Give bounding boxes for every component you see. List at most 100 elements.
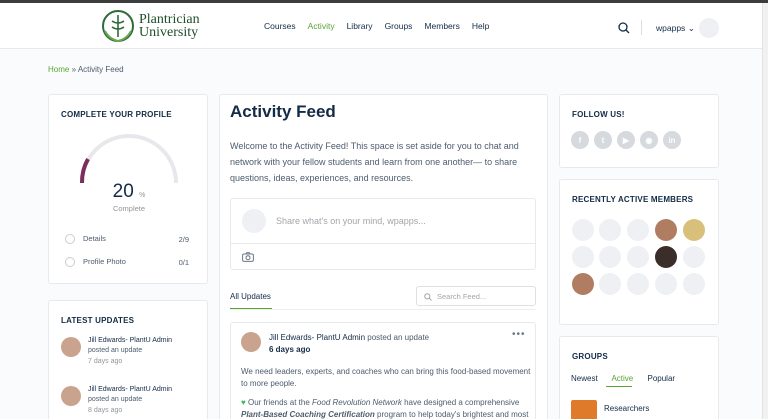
profile-row-label: Profile Photo <box>83 257 126 266</box>
circle-icon <box>65 234 75 245</box>
groups-tabs: Newest Active Popular <box>571 374 687 383</box>
member-avatar[interactable] <box>627 246 649 268</box>
nav-groups[interactable]: Groups <box>385 21 413 31</box>
circle-icon <box>65 257 75 268</box>
more-options-icon[interactable]: ••• <box>512 329 526 340</box>
group-avatar[interactable] <box>571 400 597 419</box>
green-heart-icon: ♥ <box>241 398 246 407</box>
update-action: posted an update <box>88 347 143 354</box>
profile-row-label: Details <box>83 234 106 243</box>
latest-updates-card: Latest Updates Jill Edwards- PlantU Admi… <box>48 300 208 419</box>
header-divider <box>641 20 642 35</box>
main-nav: Courses Activity Library Groups Members … <box>264 21 501 31</box>
user-avatar[interactable] <box>699 18 719 38</box>
avatar <box>242 209 266 233</box>
caduceus-logo-icon <box>102 10 134 43</box>
update-author[interactable]: Jill Edwards- PlantU Admin <box>88 386 172 393</box>
search-feed-placeholder: Search Feed... <box>437 292 487 301</box>
instagram-icon[interactable]: ◉ <box>640 131 658 149</box>
avatar[interactable] <box>61 337 81 357</box>
update-author[interactable]: Jill Edwards- PlantU Admin <box>88 337 172 344</box>
nav-courses[interactable]: Courses <box>264 21 296 31</box>
profile-percent: 20 % <box>49 181 209 203</box>
social-icons: f t ▶ ◉ in <box>571 131 686 149</box>
whats-new-divider <box>231 243 535 244</box>
member-avatar[interactable] <box>655 273 677 295</box>
member-avatar[interactable] <box>599 273 621 295</box>
groups-tab-underline <box>606 386 632 387</box>
breadcrumb: Home » Activity Feed <box>48 65 124 74</box>
tab-rule <box>230 309 536 310</box>
nav-help[interactable]: Help <box>472 21 489 31</box>
user-name: wpapps <box>656 23 686 33</box>
tab-active-underline <box>230 308 272 309</box>
search-feed-input[interactable]: Search Feed... <box>416 286 536 306</box>
post-text-bold: Plant-Based Coaching Certification <box>241 410 375 419</box>
chevron-down-icon: ⌄ <box>687 23 695 33</box>
feed-intro: Welcome to the Activity Feed! This space… <box>230 141 519 183</box>
profile-row-details[interactable]: Details 2/9 <box>65 234 189 245</box>
post-body: We need leaders, experts, and coaches wh… <box>241 367 531 388</box>
tab-all-updates[interactable]: All Updates <box>230 292 271 301</box>
user-menu[interactable]: wpapps ⌄ <box>656 23 695 34</box>
logo-text: Plantrician University <box>139 13 200 40</box>
member-avatar[interactable] <box>572 273 594 295</box>
member-avatar[interactable] <box>599 246 621 268</box>
latest-updates-title: Latest Updates <box>61 316 135 325</box>
search-icon <box>424 293 432 301</box>
post-author[interactable]: Jill Edwards- PlantU Admin <box>269 333 365 342</box>
post-time[interactable]: 6 days ago <box>269 345 310 354</box>
member-avatar[interactable] <box>683 246 705 268</box>
profile-percent-sign: % <box>139 192 146 199</box>
youtube-icon[interactable]: ▶ <box>617 131 635 149</box>
member-avatar[interactable] <box>572 246 594 268</box>
tab-active[interactable]: Active <box>611 374 633 383</box>
camera-icon[interactable] <box>242 252 254 262</box>
nav-activity[interactable]: Activity <box>308 21 335 31</box>
post-body-2: ♥ Our friends at the Food Revolution Net… <box>241 397 531 419</box>
profile-row-count: 2/9 <box>178 235 189 244</box>
site-logo[interactable]: Plantrician University <box>101 9 221 43</box>
member-avatar[interactable] <box>683 219 705 241</box>
post-text-italic: Food Revolution Network <box>312 398 402 407</box>
logo-line-2: University <box>139 25 199 40</box>
profile-row-photo[interactable]: Profile Photo 0/1 <box>65 257 189 268</box>
profile-percent-value: 20 <box>112 181 134 202</box>
breadcrumb-home[interactable]: Home <box>48 65 69 74</box>
whats-new-placeholder[interactable]: Share what's on your mind, wpapps... <box>276 216 426 226</box>
tab-newest[interactable]: Newest <box>571 374 598 383</box>
follow-us-title: Follow Us! <box>572 110 625 119</box>
breadcrumb-current: Activity Feed <box>77 65 124 74</box>
member-avatar[interactable] <box>655 219 677 241</box>
update-time: 7 days ago <box>88 358 123 365</box>
whats-new-box[interactable]: Share what's on your mind, wpapps... <box>230 198 536 270</box>
twitter-icon[interactable]: t <box>594 131 612 149</box>
avatar[interactable] <box>61 386 81 406</box>
profile-row-count: 0/1 <box>178 258 189 267</box>
post-header: Jill Edwards- PlantU Admin posted an upd… <box>269 333 429 342</box>
post-text: program to help today's brightest and mo… <box>377 410 529 419</box>
member-avatar[interactable] <box>572 219 594 241</box>
profile-complete-label: Complete <box>112 204 146 213</box>
breadcrumb-separator: » <box>71 65 77 74</box>
post-text: have designed a comprehensive <box>404 398 520 407</box>
avatar[interactable] <box>241 332 261 352</box>
nav-library[interactable]: Library <box>347 21 373 31</box>
member-avatar[interactable] <box>627 273 649 295</box>
facebook-icon[interactable]: f <box>571 131 589 149</box>
recent-members-title: Recently Active Members <box>572 195 694 204</box>
groups-title: Groups <box>572 352 608 361</box>
member-avatar[interactable] <box>599 219 621 241</box>
tab-popular[interactable]: Popular <box>648 374 676 383</box>
nav-members[interactable]: Members <box>424 21 459 31</box>
linkedin-icon[interactable]: in <box>663 131 681 149</box>
site-header: Plantrician University Courses Activity … <box>0 3 768 49</box>
update-action: posted an update <box>88 396 143 403</box>
search-icon[interactable] <box>618 22 630 34</box>
page-scrollbar[interactable] <box>762 3 768 419</box>
member-avatar[interactable] <box>627 219 649 241</box>
member-avatar[interactable] <box>683 273 705 295</box>
group-name[interactable]: Researchers <box>604 404 649 413</box>
page-title: Activity Feed <box>230 102 336 121</box>
member-avatar[interactable] <box>655 246 677 268</box>
